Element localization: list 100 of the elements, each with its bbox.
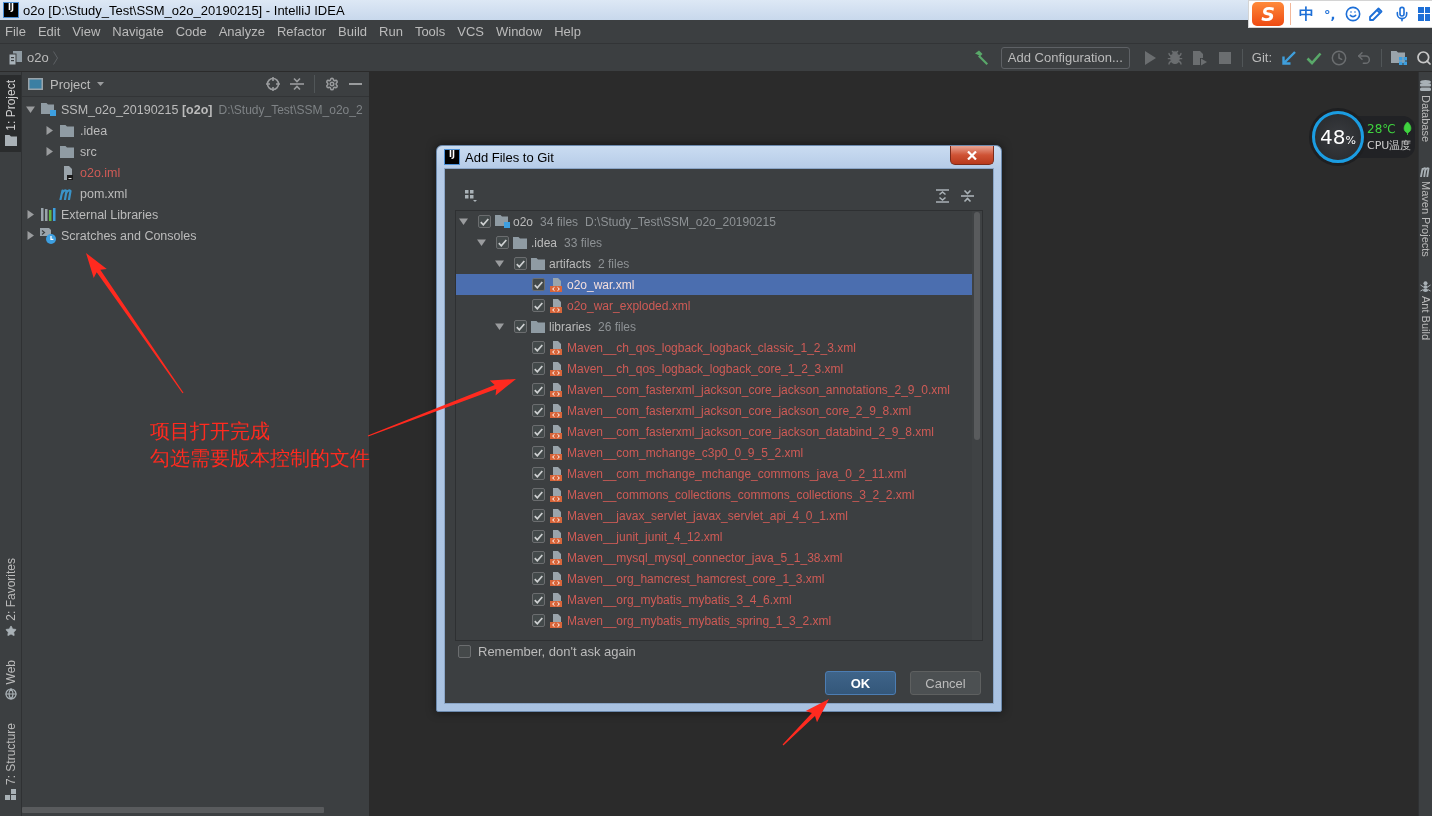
tool-window-tab[interactable]: Web — [0, 654, 21, 706]
pen-icon[interactable] — [1369, 7, 1384, 21]
structure-icon — [5, 789, 16, 800]
checkbox[interactable] — [532, 383, 545, 396]
expanded-arrow-icon[interactable] — [458, 217, 468, 226]
checkbox[interactable] — [532, 362, 545, 375]
tree-item-label[interactable]: pom.xml — [80, 186, 128, 201]
checkbox[interactable] — [514, 320, 527, 333]
checkbox[interactable] — [532, 404, 545, 417]
check-icon — [534, 343, 543, 352]
checkbox[interactable] — [532, 530, 545, 543]
tree-item-label[interactable]: SSM_o2o_20190215 [o2o] — [61, 102, 213, 117]
group-by-icon[interactable] — [465, 190, 477, 202]
tool-window-tab[interactable]: Ant Build — [1419, 280, 1432, 340]
search-icon[interactable] — [1416, 49, 1432, 66]
checkbox[interactable] — [458, 645, 471, 658]
tree-item-label[interactable]: Scratches and Consoles — [61, 228, 197, 243]
menu-item[interactable]: File — [0, 24, 32, 39]
menu-item[interactable]: Build — [332, 24, 373, 39]
tool-window-tab[interactable]: 7: Structure — [0, 717, 21, 806]
tree-item-label[interactable]: .idea — [80, 123, 108, 138]
checkbox[interactable] — [532, 341, 545, 354]
file-name: Maven__commons_collections_commons_collections_3_2_2.xml — [567, 487, 915, 502]
file-name: Maven__org_mybatis_mybatis_spring_1_3_2.xml — [567, 613, 832, 628]
view-dropdown[interactable]: Project — [28, 76, 105, 92]
tree-row[interactable]: o2o 34 files D:\Study_Test\SSM_o2o_20190215 — [456, 211, 972, 232]
collapse-all-icon[interactable] — [290, 77, 304, 91]
check-icon — [534, 427, 543, 436]
cpu-temperature: 28℃ — [1367, 121, 1396, 136]
collapsed-arrow-icon[interactable] — [25, 210, 35, 219]
menu-item[interactable]: Navigate — [106, 24, 170, 39]
checkbox[interactable] — [514, 257, 527, 270]
project-structure-icon[interactable] — [1391, 50, 1407, 65]
app-logo: IJ — [4, 3, 18, 17]
checkbox[interactable] — [532, 614, 545, 627]
checkbox-label[interactable]: Remember, don't ask again — [478, 644, 636, 659]
expanded-arrow-icon[interactable] — [494, 259, 504, 268]
menu-item[interactable]: Window — [489, 24, 549, 39]
tree-item-label[interactable]: src — [80, 144, 97, 159]
ime-logo[interactable]: S — [1252, 2, 1284, 26]
git-label: Git: — [1251, 50, 1272, 65]
expanded-arrow-icon[interactable] — [494, 322, 504, 331]
tool-window-tab[interactable]: 2: Favorites — [0, 552, 21, 643]
checkbox[interactable] — [532, 425, 545, 438]
menu-item[interactable]: Help — [548, 24, 587, 39]
tool-window-tab[interactable]: 1: Project — [0, 75, 21, 152]
menu-item[interactable]: Run — [373, 24, 409, 39]
menu-item[interactable]: Tools — [408, 24, 452, 39]
tree-row[interactable]: artifacts 2 files — [456, 253, 972, 274]
menu-item[interactable]: View — [66, 24, 107, 39]
default-button[interactable]: OK — [825, 671, 896, 695]
tree-row[interactable]: .idea 33 files — [456, 232, 972, 253]
menu-item[interactable]: Edit — [31, 24, 67, 39]
collapsed-arrow-icon[interactable] — [25, 231, 35, 240]
checkbox[interactable] — [532, 278, 545, 291]
settings-icon[interactable] — [325, 77, 339, 91]
ime-mode[interactable]: 中 — [1299, 4, 1314, 24]
checkbox[interactable] — [532, 467, 545, 480]
file-name: Maven__com_fasterxml_jackson_core_jackson_databind_2_9_8.xml — [567, 424, 934, 439]
grid-icon[interactable] — [1418, 7, 1431, 21]
update-arrow-icon[interactable] — [1281, 49, 1297, 66]
file-count: 34 files — [540, 214, 579, 229]
tree-item-label[interactable]: External Libraries — [61, 207, 159, 222]
checkbox[interactable] — [496, 236, 509, 249]
menu-item[interactable]: Refactor — [270, 24, 333, 39]
xml-file-icon — [549, 550, 563, 565]
checkbox[interactable] — [532, 509, 545, 522]
checkbox[interactable] — [478, 215, 491, 228]
tree-row[interactable]: o2o_war.xml — [456, 274, 972, 295]
add-configuration-button[interactable]: Add Configuration... — [1000, 46, 1130, 69]
expanded-arrow-icon[interactable] — [476, 238, 486, 247]
breadcrumb-item[interactable]: o2o — [27, 50, 49, 65]
tool-window-tab[interactable]: Database — [1419, 80, 1432, 143]
checkbox[interactable] — [532, 572, 545, 585]
collapsed-arrow-icon[interactable] — [44, 126, 54, 135]
tool-window-tab[interactable]: Maven Projects — [1419, 166, 1432, 257]
hammer-icon[interactable] — [972, 49, 989, 66]
file-name: Maven__junit_junit_4_12.xml — [567, 529, 723, 544]
horizontal-scrollbar[interactable] — [22, 807, 324, 813]
smiley-icon[interactable] — [1345, 6, 1362, 22]
checkbox[interactable] — [532, 593, 545, 606]
checkbox[interactable] — [532, 299, 545, 312]
expanded-arrow-icon[interactable] — [25, 105, 35, 114]
xml-file-icon — [549, 361, 563, 376]
dialog-button[interactable]: Cancel — [910, 671, 981, 695]
expand-all-icon[interactable] — [936, 189, 949, 203]
close-button[interactable] — [950, 146, 994, 165]
checkbox[interactable] — [532, 551, 545, 564]
ime-punctuation[interactable]: °, — [1324, 6, 1336, 22]
xml-file-icon — [549, 382, 563, 397]
checkbox[interactable] — [532, 488, 545, 501]
locate-icon[interactable] — [266, 77, 280, 91]
menu-item[interactable]: Analyze — [212, 24, 271, 39]
collapsed-arrow-icon[interactable] — [44, 147, 54, 156]
checkbox[interactable] — [532, 446, 545, 459]
vertical-scrollbar[interactable] — [974, 212, 980, 440]
menu-item[interactable]: VCS — [451, 24, 490, 39]
collapse-all-icon[interactable] — [961, 189, 974, 203]
tree-row[interactable]: libraries 26 files — [456, 316, 972, 337]
menu-item[interactable]: Code — [169, 24, 213, 39]
